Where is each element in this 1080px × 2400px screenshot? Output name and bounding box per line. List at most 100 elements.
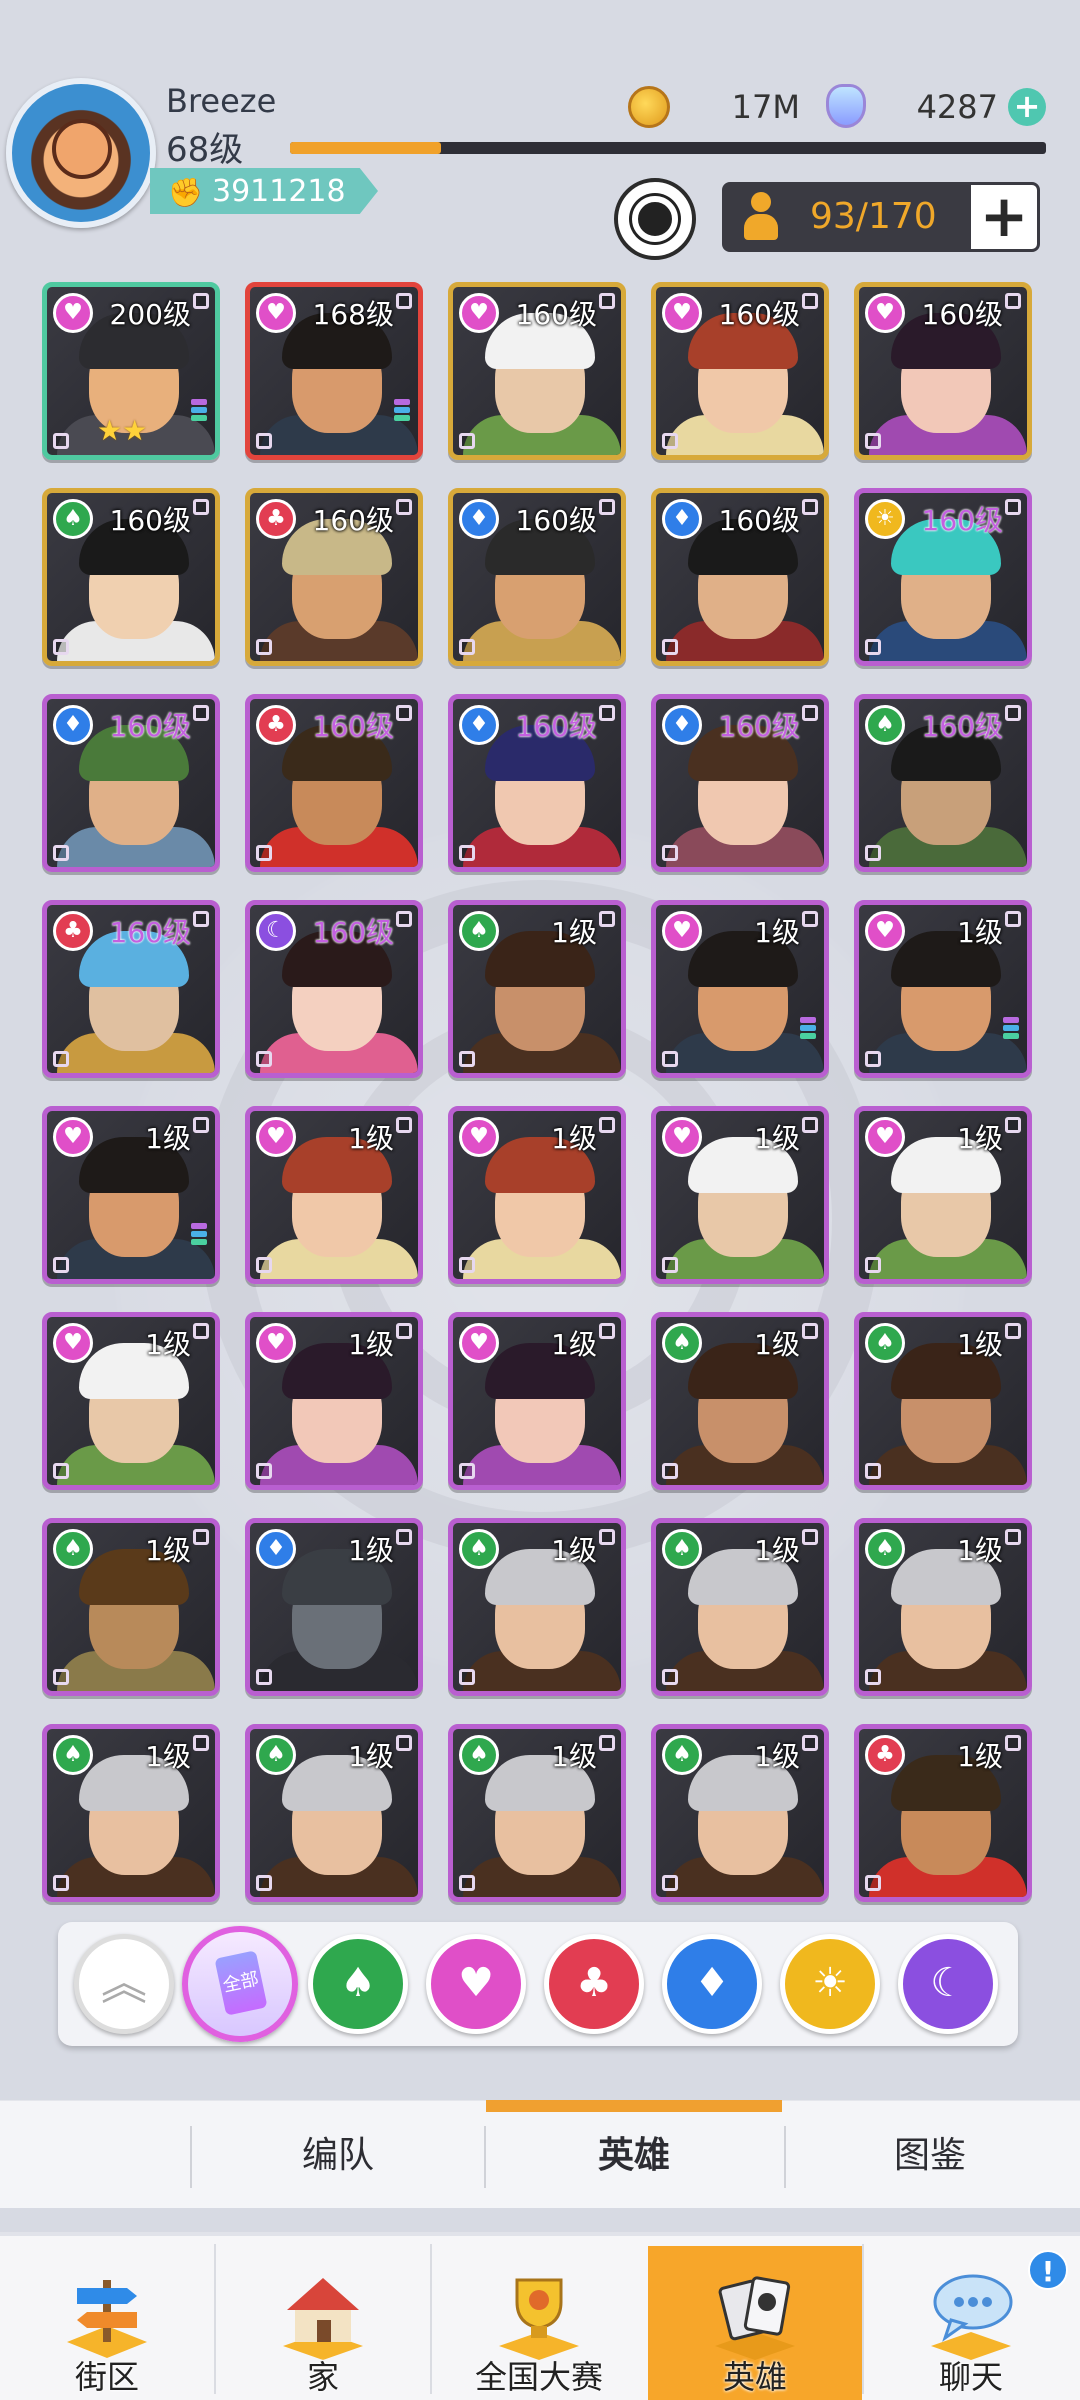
hero-card[interactable]: ♥ 1级 [651, 1106, 829, 1284]
house-icon [283, 2278, 363, 2360]
hero-card[interactable]: ♦ 160级 [651, 488, 829, 666]
spade-faction-icon: ♠ [865, 1529, 905, 1569]
hero-card[interactable]: ♣ 160级 [245, 694, 423, 872]
hero-card[interactable]: ♠ 1级 [245, 1724, 423, 1902]
hero-level: 1级 [957, 1122, 1003, 1155]
xp-bar [290, 142, 1046, 154]
hero-card[interactable]: ♠ 1级 [42, 1518, 220, 1696]
hero-card[interactable]: ♣ 160级 [245, 488, 423, 666]
hero-card[interactable]: ♥ 1级 [448, 1312, 626, 1490]
hero-card[interactable]: ♣ 1级 [854, 1724, 1032, 1902]
corner-marker [802, 705, 818, 721]
hero-card[interactable]: ♦ 1级 [245, 1518, 423, 1696]
corner-marker [662, 1257, 678, 1273]
filter-sun-button[interactable]: ☀ [780, 1934, 880, 2034]
hero-card[interactable]: ♥ 160级 [854, 282, 1032, 460]
spade-faction-icon: ♠ [459, 911, 499, 951]
hero-card[interactable]: ♥ 1级 [854, 900, 1032, 1078]
hero-card[interactable]: ♣ 160级 [42, 900, 220, 1078]
corner-marker [256, 845, 272, 861]
filter-all-button[interactable]: 全部 [182, 1926, 298, 2042]
diamond-faction-icon: ♦ [662, 499, 702, 539]
spade-faction-icon: ♠ [662, 1529, 702, 1569]
heart-faction-icon: ♥ [256, 1323, 296, 1363]
corner-marker [256, 1875, 272, 1891]
hero-card[interactable]: ♠ 1级 [651, 1312, 829, 1490]
hero-card[interactable]: ☀ 160级 [854, 488, 1032, 666]
equipment-bars [394, 397, 410, 421]
hero-level: 160级 [718, 710, 800, 743]
expand-capacity-button[interactable]: + [968, 182, 1040, 252]
hero-level: 1级 [754, 1534, 800, 1567]
hero-card[interactable]: ♦ 160级 [448, 694, 626, 872]
hero-card[interactable]: ♠ 160级 [854, 694, 1032, 872]
hero-cards-icon [715, 2276, 795, 2360]
hero-card[interactable]: ♠ 1级 [651, 1724, 829, 1902]
hero-level: 160级 [921, 298, 1003, 331]
hero-card[interactable]: ♥ 1级 [448, 1106, 626, 1284]
corner-marker [802, 499, 818, 515]
hero-card[interactable]: ♥ 1级 [42, 1106, 220, 1284]
hero-card[interactable]: ♥ 1级 [854, 1106, 1032, 1284]
hero-card[interactable]: ♦ 160级 [448, 488, 626, 666]
hero-card[interactable]: ♥ 1级 [245, 1106, 423, 1284]
coin-amount: 17M [731, 88, 800, 126]
corner-marker [459, 1875, 475, 1891]
hero-card[interactable]: ♥ 160级 [651, 282, 829, 460]
heart-faction-icon: ♥ [865, 911, 905, 951]
filter-diamond-button[interactable]: ♦ [662, 1934, 762, 2034]
spade-faction-icon: ♠ [53, 499, 93, 539]
nav-street[interactable]: 街区 [0, 2246, 214, 2400]
nav-divider [862, 2244, 864, 2394]
nav-home[interactable]: 家 [216, 2246, 430, 2400]
hero-card[interactable]: ♥ 200级 ★★ [42, 282, 220, 460]
tab-formation[interactable]: 编队 [190, 2101, 486, 2209]
corner-marker [662, 433, 678, 449]
tab-codex[interactable]: 图鉴 [782, 2101, 1078, 2209]
tab-heroes[interactable]: 英雄 [486, 2101, 782, 2209]
hero-card[interactable]: ♠ 1级 [854, 1518, 1032, 1696]
nav-tournament[interactable]: 全国大赛 [432, 2246, 646, 2400]
hero-card[interactable]: ♦ 160级 [651, 694, 829, 872]
hero-card[interactable]: ☾ 160级 [245, 900, 423, 1078]
hero-level: 1级 [957, 916, 1003, 949]
hero-level: 200级 [109, 298, 191, 331]
hero-card[interactable]: ♦ 160级 [42, 694, 220, 872]
corner-marker [193, 1735, 209, 1751]
corner-marker [1005, 1529, 1021, 1545]
corner-marker [396, 705, 412, 721]
hero-card[interactable]: ♠ 1级 [448, 900, 626, 1078]
hero-card[interactable]: ♠ 1级 [448, 1518, 626, 1696]
spade-faction-icon: ♠ [459, 1735, 499, 1775]
hero-level: 1级 [348, 1740, 394, 1773]
add-gems-button[interactable]: + [1008, 88, 1046, 126]
corner-marker [599, 293, 615, 309]
spade-faction-icon: ♠ [865, 705, 905, 745]
collapse-filter-button[interactable]: ︽ [74, 1934, 174, 2034]
hero-card[interactable]: ♥ 1级 [651, 900, 829, 1078]
corner-marker [599, 1323, 615, 1339]
hero-card[interactable]: ♥ 160级 [448, 282, 626, 460]
hero-card[interactable]: ♥ 1级 [245, 1312, 423, 1490]
hero-level: 1级 [754, 1328, 800, 1361]
hero-card[interactable]: ♠ 1级 [448, 1724, 626, 1902]
hero-level: 160级 [921, 504, 1003, 537]
heart-faction-icon: ♥ [865, 293, 905, 333]
nav-heroes[interactable]: 英雄 [648, 2246, 862, 2400]
hero-card[interactable]: ♠ 1级 [651, 1518, 829, 1696]
filter-heart-button[interactable]: ♥ [426, 1934, 526, 2034]
hero-card[interactable]: ♠ 1级 [42, 1724, 220, 1902]
hero-card[interactable]: ♠ 160级 [42, 488, 220, 666]
nav-divider [430, 2244, 432, 2394]
hero-card[interactable]: ♠ 1级 [854, 1312, 1032, 1490]
trophy-icon [499, 2278, 579, 2360]
diamond-faction-icon: ♦ [53, 705, 93, 745]
filter-club-button[interactable]: ♣ [544, 1934, 644, 2034]
hero-card[interactable]: ♥ 1级 [42, 1312, 220, 1490]
filter-spade-button[interactable]: ♠ [308, 1934, 408, 2034]
player-avatar[interactable] [6, 78, 156, 228]
hero-card[interactable]: ♥ 168级 [245, 282, 423, 460]
spade-faction-icon: ♠ [662, 1735, 702, 1775]
filter-moon-button[interactable]: ☾ [898, 1934, 998, 2034]
lineup-emblem-button[interactable] [614, 178, 696, 260]
